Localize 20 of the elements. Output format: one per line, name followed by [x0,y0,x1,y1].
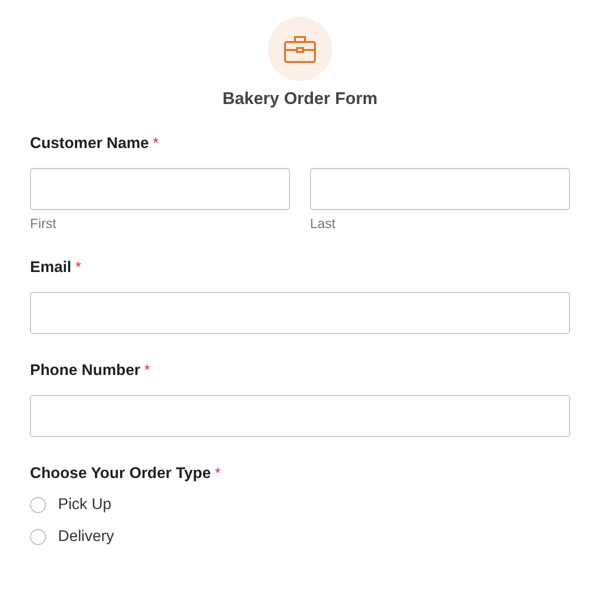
text-field[interactable] [30,292,570,334]
field-label: Phone Number [30,362,140,380]
form-title: Bakery Order Form [222,89,378,109]
field-sublabel: Last [310,216,337,231]
required-asterisk: * [152,135,159,152]
required-asterisk: * [75,259,82,276]
field-label: Email [30,259,72,277]
option-label[interactable]: Pick Up [58,496,112,514]
required-asterisk: * [214,465,221,482]
radio-button[interactable] [30,529,46,545]
briefcase-icon [284,35,316,63]
required-asterisk: * [144,362,150,379]
radio-button[interactable] [30,497,46,513]
text-field[interactable] [30,168,290,210]
text-field[interactable] [310,168,570,210]
field-sublabel: First [30,216,58,231]
field-label: Customer Name [30,135,149,153]
field-label: Choose Your Order Type [30,465,211,483]
text-field[interactable] [30,395,570,437]
option-label[interactable]: Delivery [58,528,114,546]
